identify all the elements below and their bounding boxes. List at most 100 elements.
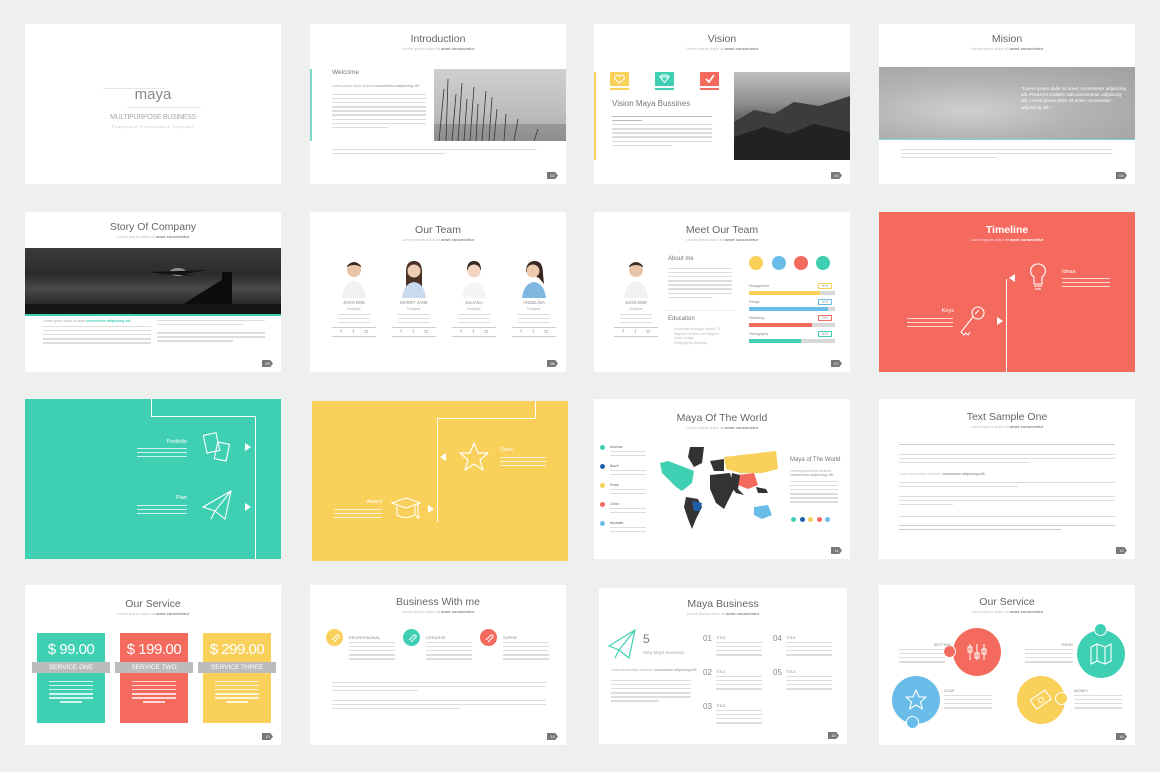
slide-world[interactable]: Maya Of The World Lorem ipsum dolor sit …	[594, 399, 850, 559]
slide-text-sample[interactable]: Text Sample One Lorem ipsum dolor sit am…	[879, 399, 1135, 559]
paragraph	[899, 482, 1115, 490]
slide-meet-team[interactable]: Meet Our Team Lorem ipsum dolor sit amet…	[594, 212, 850, 372]
step-title: TITLE	[716, 636, 726, 640]
twitter-icon[interactable]: t	[472, 329, 473, 335]
skill-bar-fill	[749, 323, 812, 327]
facebook-icon[interactable]: f	[460, 329, 461, 335]
accent-bar	[594, 72, 596, 160]
twitter-icon[interactable]: t	[532, 329, 533, 335]
skill-bar	[749, 307, 835, 311]
lightbulb-icon	[1030, 263, 1046, 290]
slide-title: Text Sample One	[966, 411, 1048, 423]
pricing-card[interactable]: $ 99.00 SERVICE ONE	[32, 633, 110, 723]
twitter-icon[interactable]: t	[412, 329, 413, 335]
slide-team[interactable]: Our Team Lorem ipsum dolor sit amet cons…	[310, 212, 566, 372]
pricing-card[interactable]: $ 299.00 SERVICE THREE	[198, 633, 276, 723]
cover-title: maya	[134, 86, 172, 103]
accent-line	[25, 314, 281, 316]
graduation-cap-icon	[390, 497, 422, 519]
feature-label: CREATIVE	[426, 635, 446, 640]
timeline-label-keys: Keys	[941, 308, 954, 314]
slide-service-circles[interactable]: Our Service Lorem ipsum dolor sit amet c…	[879, 585, 1135, 745]
footer-text	[332, 149, 537, 157]
facebook-icon[interactable]: f	[622, 329, 623, 335]
slide-subtitle: Lorem ipsum dolor sit amet consectetur	[116, 611, 190, 616]
timeline-label-portfolio: Portfolio	[166, 439, 187, 445]
plan-name: SERVICE TWO	[115, 662, 193, 673]
team-member[interactable]: JHON DOE Designer f t ◘	[332, 258, 376, 338]
slide-title: Maya Business	[687, 598, 759, 610]
price: $ 199.00	[126, 641, 182, 658]
page-number: 12	[1116, 547, 1127, 554]
slide-mission[interactable]: Mision Lorem ipsum dolor sit amet consec…	[879, 24, 1135, 184]
slide-teal-timeline[interactable]: Portfolio Plan	[25, 399, 281, 559]
pricing-card[interactable]: $ 199.00 SERVICE TWO	[115, 633, 193, 723]
team-member[interactable]: JULIANA Designer f t ◘	[452, 258, 496, 338]
setting-circle[interactable]	[953, 628, 1001, 676]
side-heading: Maya of The World	[790, 457, 841, 463]
member-name: ANGELINA	[523, 300, 545, 305]
legend-dot	[600, 521, 605, 526]
slide-subtitle: Lorem ipsum dolor sit amet consectetur	[686, 611, 760, 616]
timeline-label-award: Award	[366, 499, 383, 505]
team-member[interactable]: ANGELINA Designer f t ◘	[512, 258, 556, 338]
education-heading: Education	[668, 316, 695, 322]
instagram-icon[interactable]: ◘	[365, 329, 368, 335]
instagram-icon[interactable]: ◘	[545, 329, 548, 335]
step-number: 04	[773, 634, 782, 643]
feature-label: SUPER	[503, 635, 517, 640]
slide-yellow-timeline[interactable]: Stars Award	[312, 401, 568, 561]
timeline-line	[437, 418, 536, 420]
timeline-label-stars: Stars	[500, 447, 513, 453]
member-role: Designer	[407, 307, 421, 311]
body-text	[901, 149, 1113, 161]
diamond-icon	[655, 72, 674, 86]
world-map	[660, 447, 778, 529]
instagram-icon[interactable]: ◘	[425, 329, 428, 335]
skill-value: 75%	[818, 315, 832, 321]
slide-business[interactable]: Business With me Lorem ipsum dolor sit a…	[310, 585, 566, 745]
twitter-icon[interactable]: t	[352, 329, 353, 335]
slide-subtitle: Lorem ipsum dolor sit amet consectetur	[970, 237, 1044, 242]
instagram-icon[interactable]: ◘	[647, 329, 650, 335]
avatar	[520, 258, 548, 298]
divider	[127, 107, 201, 108]
timeline-line	[437, 418, 439, 522]
slide-timeline[interactable]: Timeline Lorem ipsum dolor sit amet cons…	[879, 212, 1135, 372]
instagram-icon[interactable]: ◘	[485, 329, 488, 335]
legend-dot	[600, 464, 605, 469]
skill-bar-fill	[749, 307, 829, 311]
legend-label: Brazil	[610, 464, 619, 468]
skill-bar	[749, 323, 835, 327]
member-role: Designer	[467, 307, 481, 311]
item-label-setting: SETTING	[933, 642, 951, 647]
paragraph	[899, 516, 1115, 520]
facebook-icon[interactable]: f	[520, 329, 521, 335]
slide-cover[interactable]: maya MULTIPURPOSE BUSINESS Powerpoint Pr…	[25, 24, 281, 184]
lead-text: Lorem ipsum dolor sit amet, consectetur …	[611, 668, 697, 672]
plan-name: SERVICE THREE	[198, 662, 276, 673]
slide-introduction[interactable]: Introduction Lorem ipsum dolor sit amet …	[310, 24, 566, 184]
page-number: 04	[1116, 172, 1127, 179]
slide-service-pricing[interactable]: Our Service Lorem ipsum dolor sit amet c…	[25, 585, 281, 745]
timeline-line	[151, 416, 256, 418]
side-lead: Lorem ipsum dolor sit amet consectetur a…	[790, 469, 833, 477]
facebook-icon[interactable]: f	[340, 329, 341, 335]
big-caption: Step Maya Business	[643, 650, 685, 655]
paragraph	[332, 682, 546, 694]
skill-label: Management	[749, 284, 769, 288]
slide-story[interactable]: Story Of Company Lorem ipsum dolor sit a…	[25, 212, 281, 372]
step-number: 01	[703, 634, 712, 643]
social-links: f t ◘	[392, 327, 436, 338]
step-number: 03	[703, 702, 712, 711]
slide-maya-business[interactable]: Maya Business Lorem ipsum dolor sit amet…	[599, 588, 847, 744]
slide-title: Meet Our Team	[685, 224, 759, 236]
facebook-icon[interactable]: f	[400, 329, 401, 335]
featured-member[interactable]: JHON DOE Designer f t ◘	[614, 258, 658, 338]
timeline-line	[535, 401, 537, 418]
team-member[interactable]: MARRY JANE Designer f t ◘	[392, 258, 436, 338]
slide-vision[interactable]: Vision Lorem ipsum dolor sit amet consec…	[594, 24, 850, 184]
read-circle[interactable]	[1077, 630, 1125, 678]
slide-title: Our Team	[415, 224, 461, 236]
twitter-icon[interactable]: t	[634, 329, 635, 335]
